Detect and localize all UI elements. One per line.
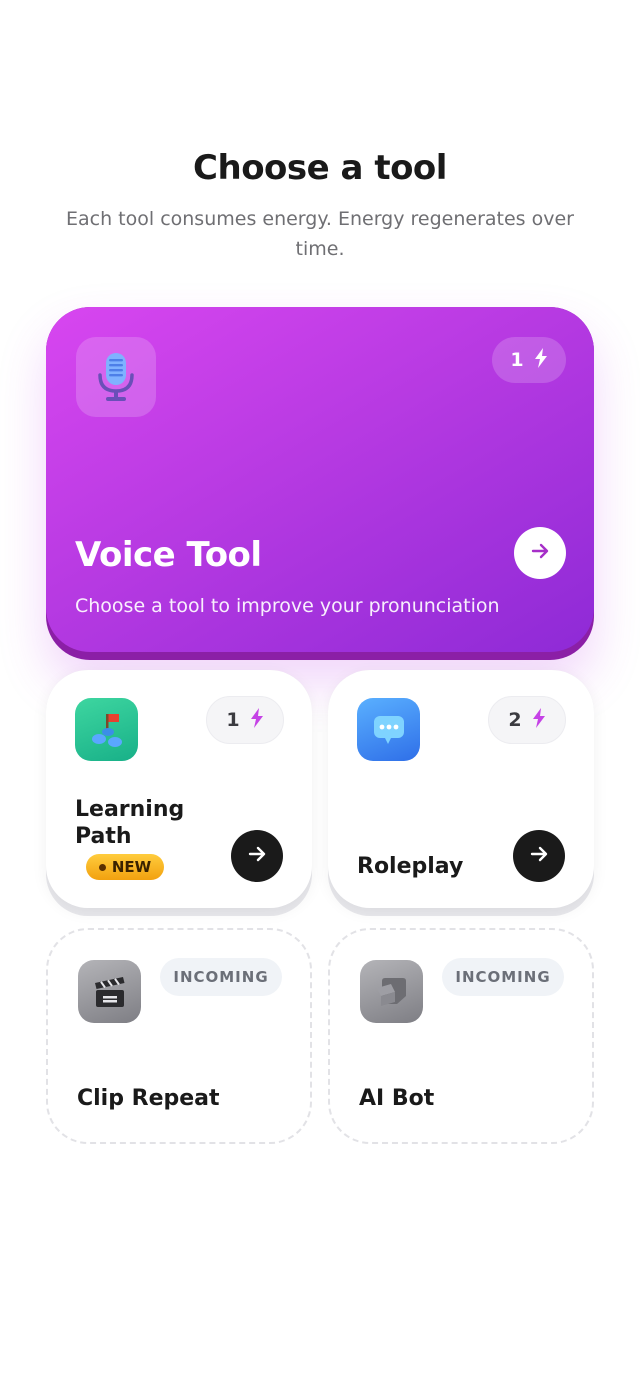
ai-bot-title: AI Bot <box>359 1086 435 1111</box>
roleplay-card[interactable]: 2 Roleplay <box>328 670 594 916</box>
page-title: Choose a tool <box>193 148 447 188</box>
clip-repeat-card: INCOMING Clip Repeat <box>46 928 312 1144</box>
ai-bot-card: INCOMING AI Bot <box>328 928 594 1144</box>
roleplay-title: Roleplay <box>357 854 464 879</box>
voice-energy-pill: 1 <box>492 337 566 383</box>
chat-bubble-icon <box>357 698 420 761</box>
microphone-icon <box>76 337 156 417</box>
learning-path-icon <box>75 698 138 761</box>
arrow-right-icon <box>530 541 550 565</box>
bot-icon <box>360 960 423 1023</box>
roleplay-energy-pill: 2 <box>488 696 566 744</box>
page-subtitle: Each tool consumes energy. Energy regene… <box>66 208 574 260</box>
learning-path-card[interactable]: 1 Learning Path NEW <box>46 670 312 916</box>
lightning-icon <box>532 707 546 733</box>
voice-energy-cost: 1 <box>510 349 524 371</box>
ai-bot-status-pill: INCOMING <box>442 958 564 996</box>
lightning-icon <box>534 347 548 373</box>
learning-path-energy-pill: 1 <box>206 696 284 744</box>
voice-tool-go-button[interactable] <box>514 527 566 579</box>
new-badge: NEW <box>86 854 164 880</box>
learning-path-energy-cost: 1 <box>226 709 240 731</box>
voice-tool-card-face[interactable]: 1 Voice Tool Choose a tool to improve yo… <box>46 307 594 652</box>
arrow-right-icon <box>247 844 267 868</box>
clapperboard-icon <box>78 960 141 1023</box>
roleplay-energy-cost: 2 <box>508 709 522 731</box>
roleplay-go-button[interactable] <box>513 830 565 882</box>
roleplay-card-face[interactable]: 2 Roleplay <box>328 670 594 908</box>
learning-path-card-face[interactable]: 1 Learning Path NEW <box>46 670 312 908</box>
lightning-icon <box>250 707 264 733</box>
arrow-right-icon <box>529 844 549 868</box>
new-badge-label: NEW <box>111 858 152 876</box>
badge-dot <box>98 863 106 871</box>
voice-tool-card[interactable]: 1 Voice Tool Choose a tool to improve yo… <box>46 307 594 660</box>
voice-tool-title: Voice Tool <box>75 535 262 575</box>
learning-path-title: Learning Path <box>75 797 185 849</box>
clip-repeat-status-pill: INCOMING <box>160 958 282 996</box>
learning-path-go-button[interactable] <box>231 830 283 882</box>
clip-repeat-title: Clip Repeat <box>77 1086 220 1111</box>
voice-tool-subtitle: Choose a tool to improve your pronunciat… <box>75 595 500 617</box>
tool-chooser-page: Choose a tool Each tool consumes energy.… <box>0 0 640 1386</box>
